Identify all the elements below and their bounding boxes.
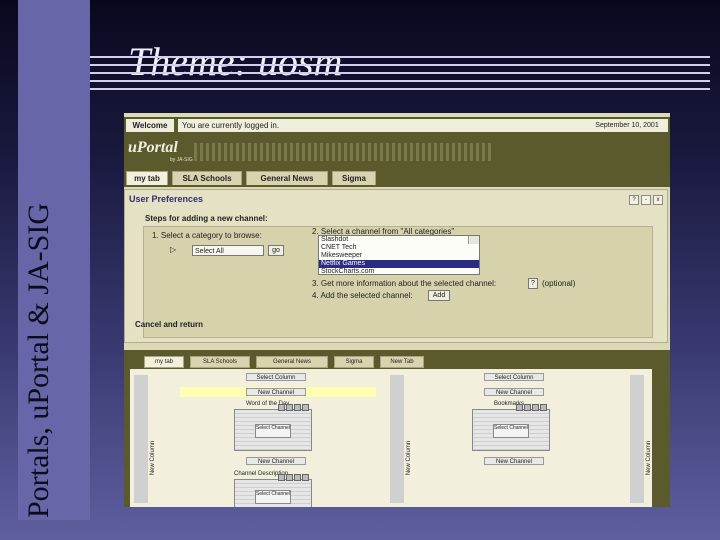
select-column-button[interactable]: Select Column bbox=[484, 373, 544, 381]
tab-general-news[interactable]: General News bbox=[246, 171, 328, 185]
minimize-icon[interactable]: - bbox=[641, 195, 651, 205]
steps-box: 1. Select a category to browse: ▷ Select… bbox=[143, 226, 653, 338]
top-bar: Welcome You are currently logged in. Sep… bbox=[124, 117, 670, 135]
header-pattern bbox=[194, 143, 494, 161]
channel-option[interactable]: Mikesweeper bbox=[319, 252, 479, 260]
layout-tab-new[interactable]: New Tab bbox=[380, 356, 424, 368]
layout-tab-my-tab[interactable]: my tab bbox=[144, 356, 184, 368]
cancel-link[interactable]: Cancel and return bbox=[135, 320, 203, 329]
channel-box-bookmarks[interactable]: Select Channel bbox=[472, 404, 550, 451]
new-channel-button[interactable]: New Channel bbox=[484, 388, 544, 396]
preferences-header: User Preferences bbox=[129, 194, 204, 204]
channel-option[interactable]: CNET Tech bbox=[319, 244, 479, 252]
vertical-title: Portals, uPortal & JA-SIG bbox=[22, 203, 55, 518]
logo-row: uPortal by JA-SIG bbox=[124, 135, 670, 169]
user-preferences-panel: User Preferences ? - x Steps for adding a … bbox=[124, 189, 668, 343]
add-button[interactable]: Add bbox=[428, 290, 450, 301]
go-button[interactable]: go bbox=[268, 245, 284, 256]
channel-option[interactable]: StockCharts.com bbox=[319, 268, 479, 276]
close-icon[interactable]: x bbox=[653, 195, 663, 205]
uportal-logo: uPortal bbox=[128, 139, 178, 156]
tab-bar: my tab SLA Schools General News Sigma bbox=[124, 169, 670, 187]
new-channel-button[interactable]: New Channel bbox=[246, 457, 306, 465]
channel-option-selected[interactable]: Netflix Games bbox=[319, 260, 479, 268]
category-select[interactable]: Select All bbox=[192, 245, 264, 256]
layout-editor: my tab SLA Schools General News Sigma Ne… bbox=[124, 350, 670, 507]
select-column-button[interactable]: Select Column bbox=[246, 373, 306, 381]
select-channel-button[interactable]: Select Channel bbox=[255, 490, 291, 504]
logo-subtext: by JA-SIG bbox=[170, 157, 193, 163]
new-column-left[interactable]: New Column bbox=[134, 375, 156, 503]
layout-canvas: New Column New Column New Column Select … bbox=[130, 369, 652, 507]
new-channel-button[interactable]: New Channel bbox=[246, 388, 306, 396]
portal-screenshot: Welcome You are currently logged in. Sep… bbox=[124, 113, 670, 507]
channel-option[interactable]: Slashdot bbox=[319, 236, 479, 244]
steps-title: Steps for adding a new channel: bbox=[145, 214, 268, 223]
info-button[interactable]: ? bbox=[528, 278, 538, 289]
layout-tab-sigma[interactable]: Sigma bbox=[334, 356, 374, 368]
step3-label: 3. Get more information about the select… bbox=[312, 279, 497, 288]
layout-tab-sla-schools[interactable]: SLA Schools bbox=[190, 356, 250, 368]
welcome-label: Welcome bbox=[126, 119, 174, 132]
window-controls: ? - x bbox=[627, 194, 663, 205]
layout-tab-general-news[interactable]: General News bbox=[256, 356, 328, 368]
select-channel-button[interactable]: Select Channel bbox=[493, 424, 529, 438]
channel-box-description[interactable]: Select Channel bbox=[234, 474, 312, 507]
new-column-right[interactable]: New Column bbox=[630, 375, 652, 503]
list-scrollbar[interactable] bbox=[468, 236, 479, 244]
login-status: You are currently logged in. bbox=[178, 119, 590, 132]
tab-my-tab[interactable]: my tab bbox=[126, 171, 168, 185]
optional-label: (optional) bbox=[542, 279, 576, 288]
new-channel-button[interactable]: New Channel bbox=[484, 457, 544, 465]
help-icon[interactable]: ? bbox=[629, 195, 639, 205]
channel-box-word-of-day[interactable]: Select Channel bbox=[234, 404, 312, 451]
tab-sla-schools[interactable]: SLA Schools bbox=[172, 171, 242, 185]
channel-list[interactable]: Slashdot CNET Tech Mikesweeper Netflix G… bbox=[318, 235, 480, 275]
date-label: September 10, 2001 bbox=[586, 119, 668, 132]
slide-title: Theme: uosm bbox=[128, 39, 343, 84]
select-channel-button[interactable]: Select Channel bbox=[255, 424, 291, 438]
step1-label: 1. Select a category to browse: bbox=[152, 231, 262, 240]
tab-sigma[interactable]: Sigma bbox=[332, 171, 376, 185]
new-column-middle[interactable]: New Column bbox=[390, 375, 412, 503]
play-icon: ▷ bbox=[170, 245, 177, 254]
step4-label: 4. Add the selected channel: bbox=[312, 291, 413, 300]
